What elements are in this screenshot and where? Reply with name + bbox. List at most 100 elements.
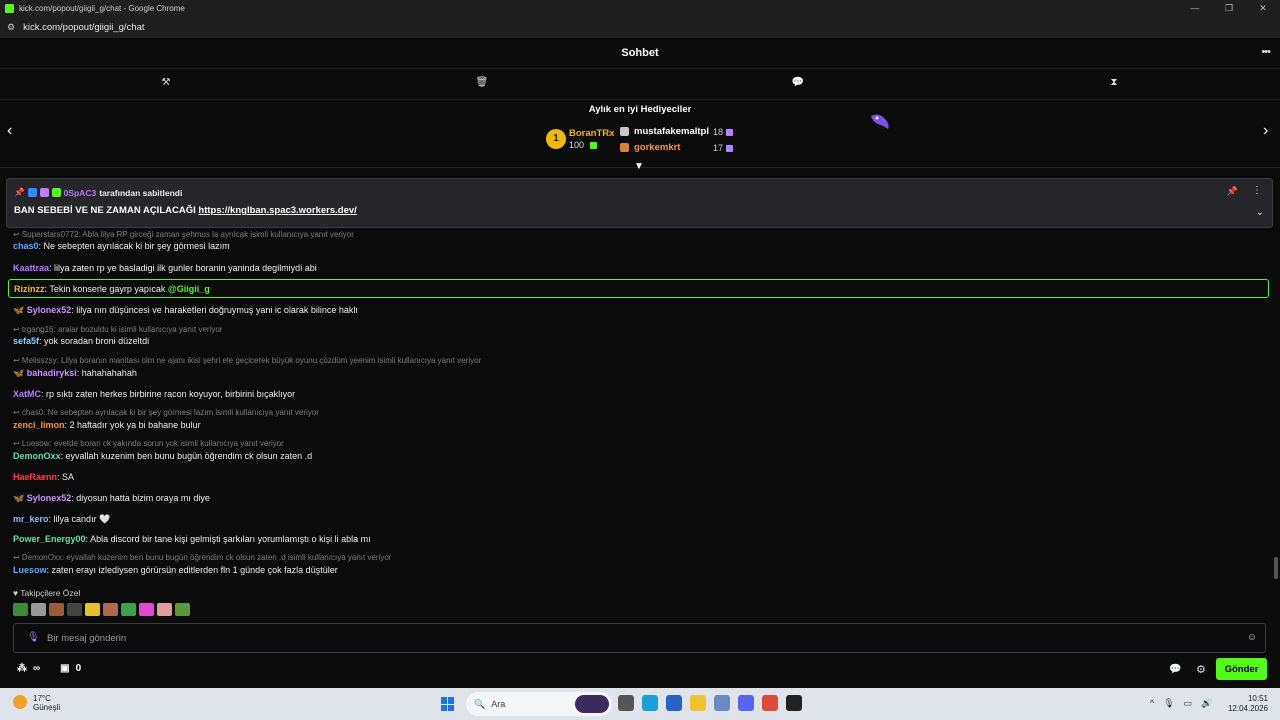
message-username[interactable]: Power_Energy00	[13, 534, 86, 544]
chat-message: 🦋 bahadiryksi: hahahahahah	[13, 368, 137, 378]
kick-logo-icon	[5, 3, 14, 13]
gifter-rank-3[interactable]: gorkemkrt	[620, 142, 680, 153]
window-title: kick.com/popout/giigii_g/chat - Google C…	[19, 3, 185, 13]
chat-bubble-icon[interactable]: 💬	[790, 77, 806, 93]
taskbar-clock[interactable]: 10:51 12.04.2026	[1226, 694, 1268, 714]
search-label: Ara	[491, 699, 506, 709]
prev-arrow-icon[interactable]: ‹	[7, 122, 12, 140]
message-username[interactable]: XatMC	[13, 389, 41, 399]
message-username[interactable]: chas0	[13, 241, 39, 251]
message-username[interactable]: mr_kero	[13, 514, 49, 524]
chat-message: sefa5f: yok soradan broni düzeltdi	[13, 336, 150, 346]
pinned-by-suffix: tarafından sabitlendi	[99, 187, 183, 198]
emote[interactable]	[103, 603, 118, 616]
emote[interactable]	[31, 603, 46, 616]
volume-icon[interactable]: 🔊	[1201, 698, 1212, 709]
edge-icon[interactable]	[642, 695, 658, 711]
reply-context[interactable]: ↩ chas0: Ne sebepten ayrılacak ki bir şe…	[13, 408, 319, 417]
chat-message: 🦋 Sylonex52: diyosun hatta bizim oraya m…	[13, 493, 210, 503]
message-username[interactable]: zenci_limon	[13, 420, 65, 430]
pinned-link[interactable]: https://knglban.spac3.workers.dev/	[198, 205, 356, 216]
gifter-rank-1[interactable]: 1 BoranTRx 100	[546, 128, 614, 150]
taskbar-search[interactable]: 🔍 Ara	[466, 692, 612, 716]
message-username[interactable]: Sylonex52	[27, 493, 72, 503]
gifter-name: mustafakemaltpl	[634, 126, 709, 137]
hourglass-icon[interactable]: ⧗	[1106, 77, 1122, 93]
emote[interactable]	[13, 603, 28, 616]
expand-chevron-icon[interactable]: ⌄	[1256, 207, 1264, 218]
message-input[interactable]	[47, 630, 1197, 647]
chat-message: Kaattraa: lilya zaten rp ye basladigi il…	[13, 263, 317, 273]
chrome-icon[interactable]	[762, 695, 778, 711]
chat-bottom-bar: ⁂ ∞ ▣ 0 💬 ⚙ Gönder	[0, 657, 1280, 685]
points-icon[interactable]: ⁂	[17, 663, 27, 674]
unpin-icon[interactable]: 📌	[1227, 186, 1238, 197]
chat-message: HaeRaenn: SA	[13, 472, 75, 482]
next-arrow-icon[interactable]: ›	[1263, 122, 1268, 140]
emote[interactable]	[121, 603, 136, 616]
app-icon[interactable]	[786, 695, 802, 711]
url-text[interactable]: kick.com/popout/giigii_g/chat	[23, 22, 144, 33]
taskview-icon[interactable]	[618, 695, 634, 711]
message-username[interactable]: Luesow	[13, 565, 47, 575]
close-button[interactable]: ✕	[1246, 0, 1280, 16]
emote[interactable]	[67, 603, 82, 616]
message-username[interactable]: bahadiryksi	[27, 368, 77, 378]
message-text: zaten erayı izlediysen görürsün editlerd…	[51, 565, 338, 575]
gift-box-icon[interactable]: ▣	[60, 663, 69, 674]
weather-widget[interactable]: 17°C Güneşli	[13, 694, 60, 712]
gifter-rank-2[interactable]: mustafakemaltpl	[620, 126, 709, 137]
network-icon[interactable]: ▭	[1184, 698, 1193, 709]
trash-icon[interactable]: 🗑	[474, 77, 490, 93]
message-username[interactable]: DemonOxx	[13, 451, 61, 461]
chevron-up-icon[interactable]: ^	[1150, 698, 1154, 709]
reply-context[interactable]: ↩ DemonOxx: eyvallah kuzenim ben bunu bu…	[13, 553, 391, 562]
restore-button[interactable]: ❐	[1212, 0, 1246, 16]
chat-options-icon[interactable]: 💬	[1169, 664, 1181, 675]
chat-message: mr_kero: lilya candır 🤍	[13, 514, 111, 524]
chat-message: zenci_limon: 2 haftadır yok ya bi bahane…	[13, 420, 201, 430]
chat-message: Luesow: zaten erayı izlediysen görürsün …	[13, 565, 338, 575]
site-settings-icon[interactable]: ⚙	[7, 22, 15, 33]
send-button[interactable]: Gönder	[1216, 658, 1267, 680]
windows-start-icon[interactable]	[441, 697, 455, 711]
butterfly-badge-icon: 🦋	[13, 493, 27, 503]
chat-scrollbar[interactable]	[1274, 557, 1278, 579]
temperature: 17°C	[33, 694, 51, 703]
message-text: diyosun hatta bizim oraya mı diye	[76, 493, 210, 503]
emote[interactable]	[157, 603, 172, 616]
emote[interactable]	[175, 603, 190, 616]
moderation-toolbar: ⚒ 🗑 💬 ⧗	[0, 69, 1280, 100]
collapse-icon[interactable]: ▼	[634, 161, 644, 172]
reply-context[interactable]: ↩ Luesow: evetde boran ck yakında sorun …	[13, 439, 284, 448]
emoji-icon[interactable]: ☺	[1247, 632, 1257, 643]
mention-highlight	[8, 279, 1269, 298]
address-bar: ⚙ kick.com/popout/giigii_g/chat	[0, 16, 1280, 38]
microphone-icon[interactable]: 🎙	[1163, 698, 1174, 709]
message-username[interactable]: Kaattraa	[13, 263, 49, 273]
emote[interactable]	[85, 603, 100, 616]
reply-context[interactable]: ↩ trgang16: aralar bozuldu ki isimli kul…	[13, 325, 222, 334]
emote[interactable]	[49, 603, 64, 616]
hammer-icon[interactable]: ⚒	[158, 77, 174, 93]
emote[interactable]	[139, 603, 154, 616]
pinned-by-user[interactable]: 0SpAC3	[64, 188, 97, 198]
settings-gear-icon[interactable]: ⚙	[1196, 663, 1206, 676]
message-text: lilya candır 🤍	[53, 514, 111, 524]
message-username[interactable]: Sylonex52	[27, 305, 72, 315]
reply-context[interactable]: ↩ Melisszsy: Lilya boranın manitası olm …	[13, 356, 481, 365]
reply-context[interactable]: ↩ Superstars0772: Abla lilya RP girceği …	[13, 230, 354, 239]
message-username[interactable]: sefa5f	[13, 336, 39, 346]
discord-icon[interactable]	[738, 695, 754, 711]
microphone-icon[interactable]: 🎙	[27, 632, 40, 643]
more-options-icon[interactable]: •••	[1261, 46, 1271, 58]
explorer-icon[interactable]	[690, 695, 706, 711]
message-username[interactable]: HaeRaenn	[13, 472, 57, 482]
store-icon[interactable]	[666, 695, 682, 711]
gift-count: 17	[713, 143, 724, 153]
search-highlight-image	[575, 695, 609, 713]
minimize-button[interactable]: —	[1178, 0, 1212, 16]
rank-3-badge-icon	[620, 143, 629, 152]
app-icon[interactable]	[714, 695, 730, 711]
pinned-options-icon[interactable]: ⋮	[1252, 185, 1262, 196]
